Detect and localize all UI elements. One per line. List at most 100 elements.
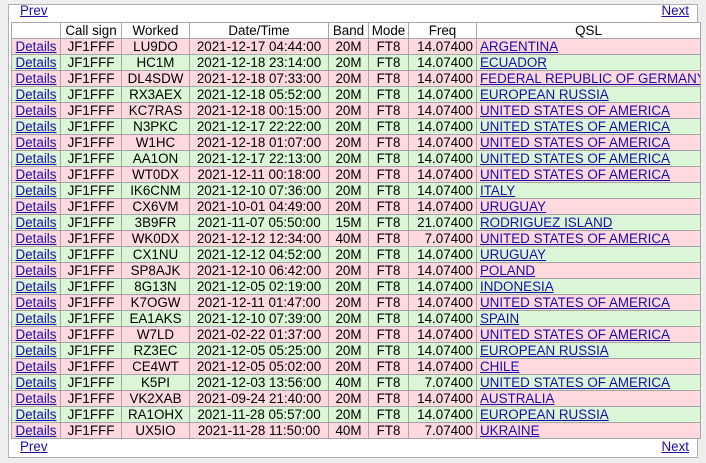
details-link[interactable]: Details (16, 136, 57, 150)
band-cell: 20M (328, 70, 369, 87)
freq-cell: 14.07400 (408, 342, 477, 359)
details-link[interactable]: Details (16, 72, 57, 86)
datetime-cell: 2021-12-11 00:18:00 (189, 166, 329, 183)
datetime-cell: 2021-12-18 07:33:00 (189, 70, 329, 87)
details-link[interactable]: Details (16, 376, 57, 390)
mode-cell: FT8 (368, 182, 409, 199)
details-link[interactable]: Details (16, 312, 57, 326)
qsl-link[interactable]: UNITED STATES OF AMERICA (480, 136, 670, 150)
band-cell: 40M (328, 230, 369, 247)
table-row: Details JF1FFF CE4WT 2021-12-05 05:02:00 20M… (11, 358, 701, 375)
qsl-cell: CHILE (476, 358, 701, 375)
details-link[interactable]: Details (16, 200, 57, 214)
worked-cell: EA1AKS (121, 310, 190, 327)
qsl-link[interactable]: CHILE (480, 360, 519, 374)
table-row: Details JF1FFF VK2XAB 2021-09-24 21:40:00 20… (11, 390, 701, 407)
qsl-link[interactable]: POLAND (480, 264, 535, 278)
freq-cell: 21.07400 (408, 214, 477, 231)
qsl-link[interactable]: SPAIN (480, 312, 519, 326)
worked-cell: K7OGW (121, 294, 190, 311)
details-link[interactable]: Details (16, 248, 57, 262)
next-link-bottom[interactable]: Next (661, 440, 689, 454)
details-link[interactable]: Details (16, 344, 57, 358)
details-link[interactable]: Details (16, 152, 57, 166)
qsl-link[interactable]: AUSTRALIA (480, 392, 554, 406)
datetime-cell: 2021-12-18 05:52:00 (189, 86, 329, 103)
qsl-link[interactable]: RODRIGUEZ ISLAND (480, 216, 612, 230)
details-link[interactable]: Details (16, 328, 57, 342)
next-link[interactable]: Next (661, 4, 689, 18)
details-cell: Details (11, 70, 61, 87)
freq-cell: 14.07400 (408, 38, 477, 55)
qsl-link[interactable]: UNITED STATES OF AMERICA (480, 120, 670, 134)
qsl-link[interactable]: EUROPEAN RUSSIA (480, 88, 609, 102)
qsl-link[interactable]: UNITED STATES OF AMERICA (480, 232, 670, 246)
band-cell: 20M (328, 406, 369, 423)
qsl-link[interactable]: UNITED STATES OF AMERICA (480, 376, 670, 390)
details-cell: Details (11, 102, 61, 119)
details-cell: Details (11, 134, 61, 151)
details-cell: Details (11, 294, 61, 311)
details-link[interactable]: Details (16, 40, 57, 54)
mode-cell: FT8 (368, 86, 409, 103)
qsl-link[interactable]: UNITED STATES OF AMERICA (480, 104, 670, 118)
band-cell: 20M (328, 38, 369, 55)
details-link[interactable]: Details (16, 232, 57, 246)
call-sign-cell: JF1FFF (60, 342, 122, 359)
worked-cell: K5PI (121, 374, 190, 391)
mode-cell: FT8 (368, 390, 409, 407)
datetime-cell: 2021-12-05 05:02:00 (189, 358, 329, 375)
call-sign-cell: JF1FFF (60, 150, 122, 167)
qsl-link[interactable]: UKRAINE (480, 424, 540, 438)
details-link[interactable]: Details (16, 392, 57, 406)
details-link[interactable]: Details (16, 280, 57, 294)
band-cell: 20M (328, 182, 369, 199)
qsl-link[interactable]: UNITED STATES OF AMERICA (480, 296, 670, 310)
details-link[interactable]: Details (16, 104, 57, 118)
qsl-link[interactable]: ECUADOR (480, 56, 547, 70)
freq-cell: 14.07400 (408, 278, 477, 295)
details-link[interactable]: Details (16, 424, 57, 438)
qsl-link[interactable]: UNITED STATES OF AMERICA (480, 152, 670, 166)
qsl-link[interactable]: EUROPEAN RUSSIA (480, 408, 609, 422)
details-cell: Details (11, 198, 61, 215)
details-link[interactable]: Details (16, 120, 57, 134)
qsl-cell: URUGUAY (476, 198, 701, 215)
qsl-link[interactable]: URUGUAY (480, 248, 546, 262)
call-sign-cell: JF1FFF (60, 246, 122, 263)
mode-cell: FT8 (368, 326, 409, 343)
details-link[interactable]: Details (16, 216, 57, 230)
datetime-cell: 2021-12-18 23:14:00 (189, 54, 329, 71)
details-link[interactable]: Details (16, 184, 57, 198)
details-link[interactable]: Details (16, 296, 57, 310)
worked-cell: RZ3EC (121, 342, 190, 359)
table-row: Details JF1FFF 3B9FR 2021-11-07 05:50:00 15M… (11, 214, 701, 231)
prev-link[interactable]: Prev (20, 4, 48, 18)
details-link[interactable]: Details (16, 408, 57, 422)
datetime-cell: 2021-12-05 02:19:00 (189, 278, 329, 295)
qsl-link[interactable]: INDONESIA (480, 280, 554, 294)
freq-cell: 14.07400 (408, 326, 477, 343)
qsl-cell: FEDERAL REPUBLIC OF GERMANY (476, 70, 701, 87)
qsl-cell: URUGUAY (476, 246, 701, 263)
prev-link-bottom[interactable]: Prev (20, 440, 48, 454)
details-link[interactable]: Details (16, 56, 57, 70)
qsl-link[interactable]: ARGENTINA (480, 40, 558, 54)
call-sign-cell: JF1FFF (60, 70, 122, 87)
qsl-link[interactable]: UNITED STATES OF AMERICA (480, 168, 670, 182)
details-link[interactable]: Details (16, 88, 57, 102)
column-header-qsl: QSL (476, 22, 701, 39)
freq-cell: 14.07400 (408, 150, 477, 167)
qsl-link[interactable]: FEDERAL REPUBLIC OF GERMANY (480, 72, 700, 86)
worked-cell: CX1NU (121, 246, 190, 263)
qsl-link[interactable]: UNITED STATES OF AMERICA (480, 328, 670, 342)
details-link[interactable]: Details (16, 168, 57, 182)
band-cell: 20M (328, 198, 369, 215)
band-cell: 20M (328, 118, 369, 135)
band-cell: 20M (328, 342, 369, 359)
details-link[interactable]: Details (16, 360, 57, 374)
details-link[interactable]: Details (16, 264, 57, 278)
qsl-link[interactable]: EUROPEAN RUSSIA (480, 344, 609, 358)
qsl-link[interactable]: ITALY (480, 184, 515, 198)
qsl-link[interactable]: URUGUAY (480, 200, 546, 214)
